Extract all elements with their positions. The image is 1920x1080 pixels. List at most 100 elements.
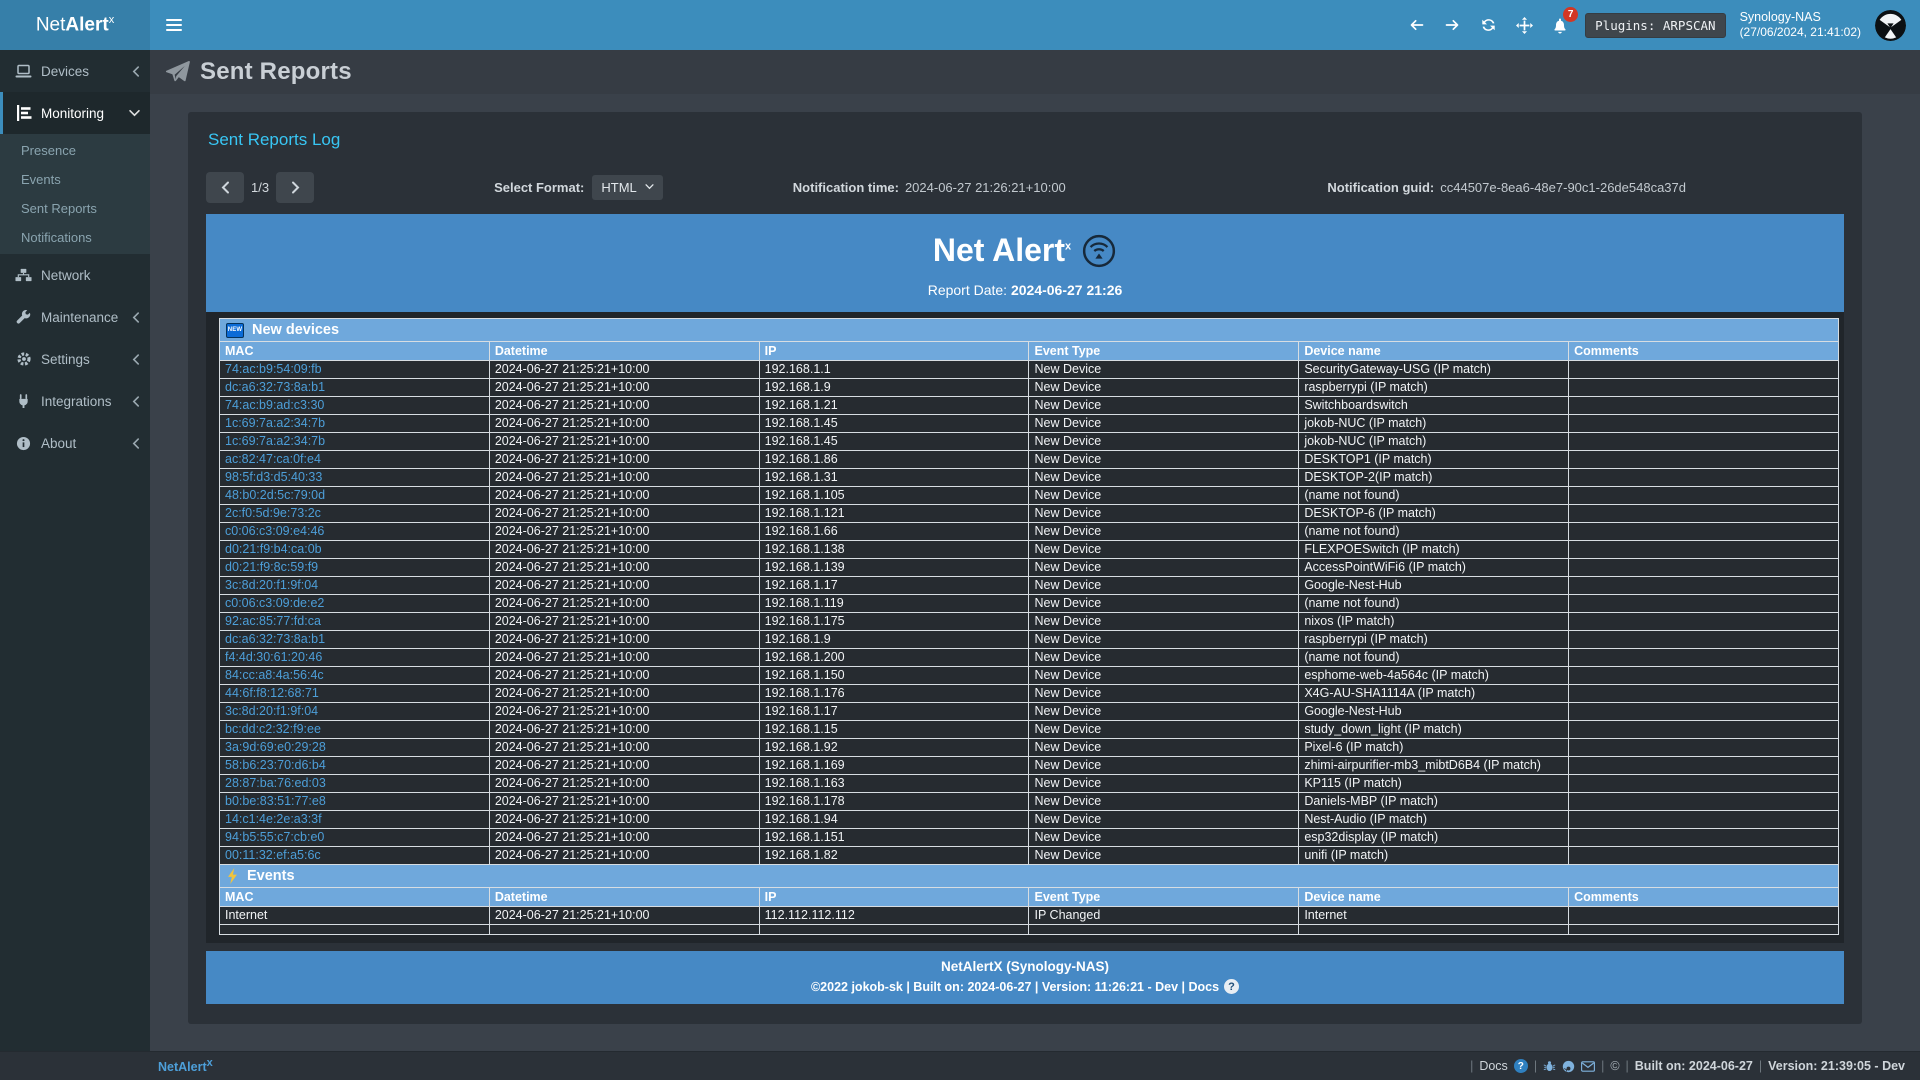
col-mac: MAC	[220, 342, 490, 361]
cell-mac: dc:a6:32:73:8a:b1	[220, 631, 490, 649]
previous-page-button[interactable]	[206, 172, 244, 203]
mac-link[interactable]: 94:b5:55:c7:cb:e0	[225, 830, 324, 844]
mac-link[interactable]: d0:21:f9:b4:ca:0b	[225, 542, 322, 556]
statusbar-brand-link[interactable]: NetAlertx	[158, 1057, 213, 1074]
mac-link[interactable]: 44:6f:f8:12:68:71	[225, 686, 319, 700]
mac-link[interactable]: 3a:9d:69:e0:29:28	[225, 740, 326, 754]
sidebar-item-about[interactable]: About	[0, 422, 150, 464]
cell-comment	[1569, 613, 1839, 631]
back-arrow-icon[interactable]	[1405, 14, 1427, 36]
table-row: ac:82:47:ca:0f:e42024-06-27 21:25:21+10:…	[220, 451, 1839, 469]
table-row: 3c:8d:20:f1:9f:042024-06-27 21:25:21+10:…	[220, 703, 1839, 721]
notification-guid-value: cc44507e-8ea6-48e7-90c1-26de548ca37d	[1440, 180, 1686, 195]
mac-link[interactable]: 3c:8d:20:f1:9f:04	[225, 704, 318, 718]
app-logo[interactable]: NetAlertx	[0, 0, 150, 50]
cell-ip: 112.112.112.112	[759, 907, 1029, 925]
mac-link[interactable]: 74:ac:b9:54:09:fb	[225, 362, 322, 376]
sidebar-item-events[interactable]: Events	[0, 165, 150, 194]
mac-link[interactable]: 1c:69:7a:a2:34:7b	[225, 434, 325, 448]
mac-link[interactable]: d0:21:f9:8c:59:f9	[225, 560, 318, 574]
cell-comment	[1569, 451, 1839, 469]
col-comments: Comments	[1569, 888, 1839, 907]
page-indicator: 1/3	[251, 180, 269, 195]
bug-icon[interactable]	[1543, 1060, 1556, 1073]
mac-link[interactable]: b0:be:83:51:77:e8	[225, 794, 326, 808]
question-circle-icon[interactable]	[1224, 979, 1239, 994]
mac-link[interactable]: c0:06:c3:09:de:e2	[225, 596, 324, 610]
mac-link[interactable]: 74:ac:b9:ad:c3:30	[225, 398, 324, 412]
sidebar-item-maintenance[interactable]: Maintenance	[0, 296, 150, 338]
mac-link[interactable]: f4:4d:30:61:20:46	[225, 650, 322, 664]
mail-icon[interactable]	[1581, 1061, 1595, 1072]
chart-icon	[15, 105, 32, 121]
mac-link[interactable]: dc:a6:32:73:8a:b1	[225, 380, 325, 394]
refresh-icon[interactable]	[1477, 14, 1499, 36]
mac-link[interactable]: 3c:8d:20:f1:9f:04	[225, 578, 318, 592]
cell-mac: 44:6f:f8:12:68:71	[220, 685, 490, 703]
table-row: c0:06:c3:09:de:e22024-06-27 21:25:21+10:…	[220, 595, 1839, 613]
cell-event: New Device	[1029, 541, 1299, 559]
notifications-bell-icon[interactable]: 7	[1549, 14, 1571, 36]
cell-ip: 192.168.1.45	[759, 415, 1029, 433]
mac-link[interactable]: 2c:f0:5d:9e:73:2c	[225, 506, 321, 520]
docs-link[interactable]: Docs	[1479, 1059, 1507, 1073]
question-circle-icon[interactable]	[1514, 1059, 1528, 1073]
mac-link[interactable]: 98:5f:d3:d5:40:33	[225, 470, 322, 484]
table-row: dc:a6:32:73:8a:b12024-06-27 21:25:21+10:…	[220, 631, 1839, 649]
mac-link[interactable]: 14:c1:4e:2e:a3:3f	[225, 812, 322, 826]
mac-link[interactable]: 00:11:32:ef:a5:6c	[225, 848, 321, 862]
mac-link[interactable]: ac:82:47:ca:0f:e4	[225, 452, 321, 466]
built-on-label: Built on: 2024-06-27	[1635, 1059, 1753, 1073]
notification-count-badge: 7	[1563, 7, 1578, 22]
cell-event: New Device	[1029, 469, 1299, 487]
sidebar-item-monitoring[interactable]: Monitoring	[0, 92, 150, 134]
sitemap-icon	[15, 268, 32, 282]
sidebar-item-devices[interactable]: Devices	[0, 50, 150, 92]
section-title: Events	[247, 868, 295, 884]
cell-name: DESKTOP-6 (IP match)	[1299, 505, 1569, 523]
mac-link[interactable]: 1c:69:7a:a2:34:7b	[225, 416, 325, 430]
mac-link[interactable]: 28:87:ba:76:ed:03	[225, 776, 326, 790]
report-footer-meta: ©2022 jokob-sk | Built on: 2024-06-27 | …	[206, 979, 1844, 994]
cell-datetime: 2024-06-27 21:25:21+10:00	[489, 793, 759, 811]
sidebar-item-sent-reports[interactable]: Sent Reports	[0, 194, 150, 223]
move-icon[interactable]	[1513, 14, 1535, 36]
cell-ip: 192.168.1.17	[759, 577, 1029, 595]
chevron-left-icon	[132, 354, 140, 365]
next-page-button[interactable]	[276, 172, 314, 203]
github-icon[interactable]	[1562, 1060, 1575, 1073]
sidebar-item-presence[interactable]: Presence	[0, 136, 150, 165]
cell-event: New Device	[1029, 505, 1299, 523]
plugins-status-pill[interactable]: Plugins: ARPSCAN	[1585, 13, 1725, 38]
cell-datetime: 2024-06-27 21:25:21+10:00	[489, 487, 759, 505]
mac-link[interactable]: 92:ac:85:77:fd:ca	[225, 614, 321, 628]
paper-plane-icon	[165, 60, 190, 84]
mac-link[interactable]: bc:dd:c2:32:f9:ee	[225, 722, 321, 736]
sidebar-item-network[interactable]: Network	[0, 254, 150, 296]
table-row: 2c:f0:5d:9e:73:2c 2024-06-27 21:25:21+10:…	[220, 505, 1839, 523]
cell-datetime: 2024-06-27 21:25:21+10:00	[489, 505, 759, 523]
mac-link[interactable]: c0:06:c3:09:e4:46	[225, 524, 324, 538]
cell-datetime: 2024-06-27 21:25:21+10:00	[489, 907, 759, 925]
mac-link[interactable]: 48:b0:2d:5c:79:0d	[225, 488, 325, 502]
format-select[interactable]: HTML	[592, 175, 662, 200]
chevron-left-icon	[132, 396, 140, 407]
mac-link[interactable]: 84:cc:a8:4a:56:4c	[225, 668, 324, 682]
cell-comment	[1569, 649, 1839, 667]
forward-arrow-icon[interactable]	[1441, 14, 1463, 36]
sidebar-item-settings[interactable]: Settings	[0, 338, 150, 380]
sidebar-item-notifications[interactable]: Notifications	[0, 223, 150, 252]
sidebar-item-integrations[interactable]: Integrations	[0, 380, 150, 422]
host-name: Synology-NAS	[1740, 10, 1861, 26]
mac-link[interactable]: 58:b6:23:70:d6:b4	[225, 758, 326, 772]
cell-event: New Device	[1029, 433, 1299, 451]
avatar[interactable]	[1875, 10, 1906, 41]
cell-name: Internet	[1299, 907, 1569, 925]
cell-event: New Device	[1029, 613, 1299, 631]
cell-comment	[1569, 757, 1839, 775]
hamburger-menu-icon[interactable]	[150, 0, 198, 50]
cell-ip: 192.168.1.9	[759, 379, 1029, 397]
mac-link[interactable]: dc:a6:32:73:8a:b1	[225, 632, 325, 646]
copyright-icon[interactable]: ©	[1610, 1059, 1619, 1073]
cell-datetime: 2024-06-27 21:25:21+10:00	[489, 559, 759, 577]
